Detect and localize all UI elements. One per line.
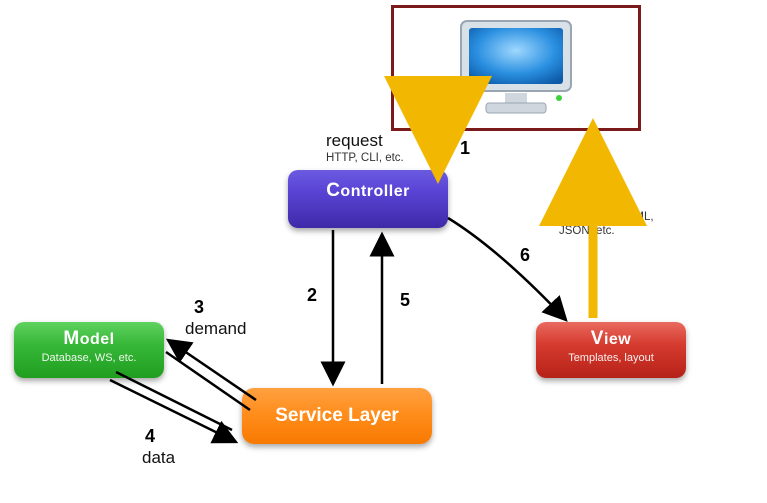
request-sublabel: HTTP, CLI, etc. [326,152,404,166]
monitor-icon [451,16,581,121]
response-label: response [559,190,629,210]
step-2: 2 [307,285,317,306]
step-1: 1 [460,138,470,159]
model-label: Model [14,328,164,350]
demand-label: demand [185,319,246,339]
arrow-3b [166,352,250,410]
request-label: request [326,131,383,151]
arrow-3a [168,340,256,400]
view-box: View Templates, layout [536,322,686,378]
model-sublabel: Database, WS, etc. [14,352,164,364]
view-sublabel: Templates, layout [536,352,686,364]
service-box: Service Layer [242,388,432,444]
step-6: 6 [520,245,530,266]
view-label: View [536,328,686,350]
controller-label: Controller [288,180,448,202]
data-label: data [142,448,175,468]
model-box: Model Database, WS, etc. [14,322,164,378]
step-3: 3 [194,297,204,318]
step-5: 5 [400,290,410,311]
controller-box: Controller [288,170,448,228]
service-label: Service Layer [275,405,399,426]
response-sublabel: HTML, RSS, XML, JSON, etc. [559,211,679,239]
arrow-6 [448,218,566,320]
arrow-4b [116,372,232,430]
client-box [391,5,641,131]
arrow-4a [110,380,236,442]
step-4: 4 [145,426,155,447]
